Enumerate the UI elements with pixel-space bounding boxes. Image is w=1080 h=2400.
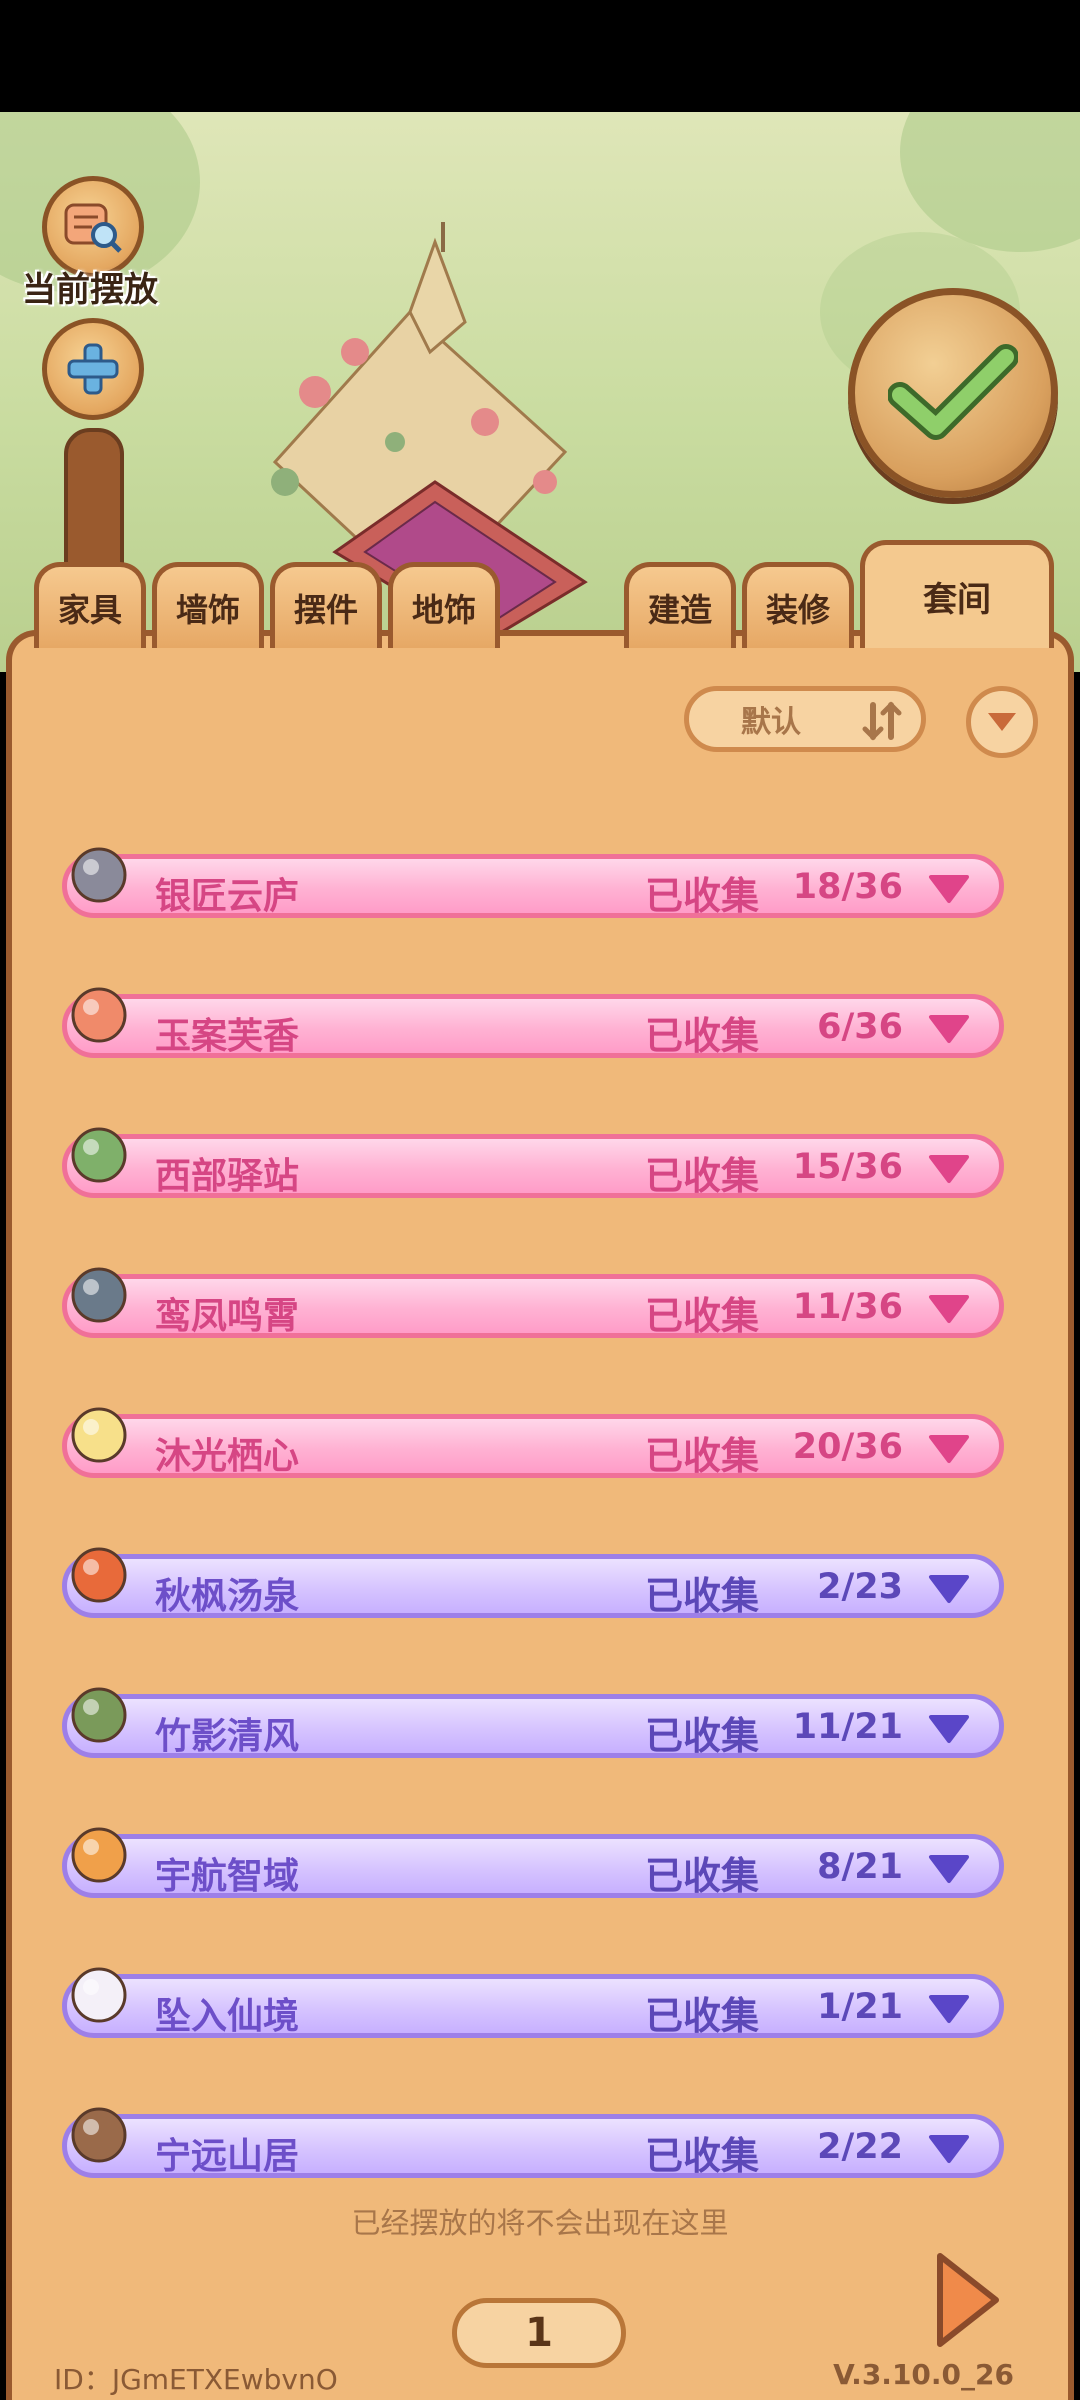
astronaut-icon	[71, 1827, 127, 1883]
suite-status: 已收集	[645, 2134, 760, 2178]
placement-hint: 已经摆放的将不会出现在这里	[351, 2206, 729, 2240]
white-flower-icon	[71, 1407, 127, 1463]
cactus-icon	[71, 1127, 127, 1183]
tab-wall-decor[interactable]: 墙饰	[152, 562, 264, 648]
suite-status: 已收集	[645, 1994, 760, 2038]
tab-floor-decor[interactable]: 地饰	[388, 562, 500, 648]
pagoda-flower-icon	[71, 1267, 127, 1323]
silver-lantern-icon	[71, 847, 127, 903]
confirm-button[interactable]	[848, 288, 1058, 498]
scroll-search-icon	[64, 203, 122, 253]
tab-ornaments[interactable]: 摆件	[270, 562, 382, 648]
expand-triangle-icon[interactable]	[927, 1293, 971, 1325]
expand-triangle-icon[interactable]	[927, 1433, 971, 1465]
suite-name: 沐光栖心	[155, 1436, 300, 1477]
sort-label: 默认	[741, 705, 801, 740]
version-label: V.3.10.0_26	[833, 2358, 1014, 2391]
suite-row[interactable]: 竹影清风 已收集 11/21	[62, 1687, 1004, 1758]
suite-count: 8/21	[817, 1847, 903, 1887]
tab-renovation[interactable]: 装修	[742, 562, 854, 648]
suite-name: 西部驿站	[155, 1156, 300, 1197]
suite-count: 2/22	[817, 2127, 903, 2167]
suite-count: 2/23	[817, 1567, 903, 1607]
tree-house-icon	[71, 2107, 127, 2163]
suite-status: 已收集	[645, 1014, 760, 1058]
tab-construction[interactable]: 建造	[624, 562, 736, 648]
suite-name: 坠入仙境	[155, 1996, 300, 2037]
player-id: ID：JGmETXEwbvnO	[54, 2363, 338, 2396]
suite-row[interactable]: 鸾凤鸣霄 已收集 11/36	[62, 1267, 1004, 1338]
category-tabs: 家具 墙饰 摆件 地饰 建造 装修 套间	[0, 540, 1080, 648]
expand-triangle-icon[interactable]	[927, 1853, 971, 1885]
expand-triangle-icon[interactable]	[927, 2133, 971, 2165]
expand-triangle-icon[interactable]	[927, 1993, 971, 2025]
suite-count: 6/36	[817, 1007, 903, 1047]
suite-count: 15/36	[792, 1147, 903, 1187]
play-arrow-icon	[937, 2253, 999, 2347]
suite-count: 11/36	[792, 1287, 903, 1327]
suite-name: 宁远山居	[155, 2136, 300, 2177]
suite-row[interactable]: 秋枫汤泉 已收集 2/23	[62, 1547, 1004, 1618]
plus-icon	[67, 343, 119, 395]
current-placement-label: 当前摆放	[22, 270, 158, 310]
checkmark-icon	[888, 344, 1018, 440]
suite-row[interactable]: 宇航智域 已收集 8/21	[62, 1827, 1004, 1898]
rose-icon	[71, 987, 127, 1043]
white-rabbit-icon	[71, 1967, 127, 2023]
suite-name: 秋枫汤泉	[155, 1576, 300, 1617]
suite-count: 18/36	[792, 867, 903, 907]
bamboo-icon	[71, 1687, 127, 1743]
suite-row[interactable]: 沐光栖心 已收集 20/36	[62, 1407, 1004, 1478]
filter-dropdown-button[interactable]	[966, 686, 1038, 758]
status-bar	[0, 0, 1080, 112]
suite-row[interactable]: 坠入仙境 已收集 1/21	[62, 1967, 1004, 2038]
suite-name: 玉案芙香	[155, 1016, 300, 1057]
next-page-button[interactable]	[932, 2250, 1002, 2354]
suite-name: 鸾凤鸣霄	[155, 1296, 300, 1337]
suite-name: 银匠云庐	[155, 876, 300, 917]
expand-triangle-icon[interactable]	[927, 1573, 971, 1605]
sort-icon	[862, 701, 902, 741]
expand-triangle-icon[interactable]	[927, 1713, 971, 1745]
tab-suites[interactable]: 套间	[860, 540, 1054, 648]
suite-status: 已收集	[645, 1714, 760, 1758]
page-indicator[interactable]: 1	[452, 2298, 626, 2368]
suite-status: 已收集	[645, 1434, 760, 1478]
suite-status: 已收集	[645, 1574, 760, 1618]
tab-furniture[interactable]: 家具	[34, 562, 146, 648]
sort-button[interactable]: 默认	[684, 686, 926, 752]
suite-name: 竹影清风	[155, 1716, 300, 1757]
suite-count: 1/21	[817, 1987, 903, 2027]
suite-count: 20/36	[792, 1427, 903, 1467]
expand-triangle-icon[interactable]	[927, 1153, 971, 1185]
suite-count: 11/21	[792, 1707, 903, 1747]
suite-name: 宇航智域	[155, 1856, 300, 1897]
suite-status: 已收集	[645, 1294, 760, 1338]
suite-row[interactable]: 玉案芙香 已收集 6/36	[62, 987, 1004, 1058]
suite-row[interactable]: 银匠云庐 已收集 18/36	[62, 847, 1004, 918]
expand-triangle-icon[interactable]	[927, 1013, 971, 1045]
chevron-down-icon	[988, 713, 1016, 731]
maple-leaf-icon	[71, 1547, 127, 1603]
suite-row[interactable]: 西部驿站 已收集 15/36	[62, 1127, 1004, 1198]
suite-status: 已收集	[645, 874, 760, 918]
add-button[interactable]	[42, 318, 144, 420]
suite-row[interactable]: 宁远山居 已收集 2/22	[62, 2107, 1004, 2178]
expand-triangle-icon[interactable]	[927, 873, 971, 905]
suite-status: 已收集	[645, 1854, 760, 1898]
suite-status: 已收集	[645, 1154, 760, 1198]
